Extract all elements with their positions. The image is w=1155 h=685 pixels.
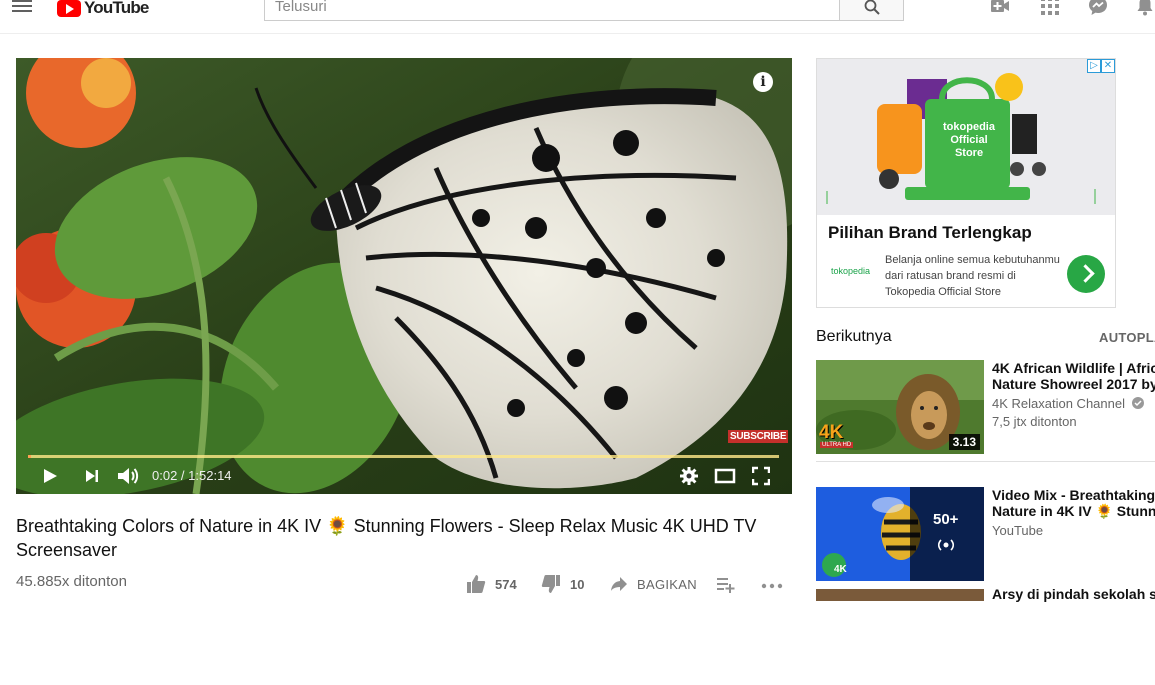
add-to-playlist-icon[interactable] [716, 574, 736, 594]
theater-mode-icon[interactable] [714, 463, 736, 489]
time-current: 0:02 [152, 468, 178, 483]
progress-bar[interactable] [28, 455, 779, 458]
ad-go-arrow-icon[interactable] [1067, 255, 1105, 293]
search-input[interactable] [264, 0, 840, 21]
youtube-play-logo-icon [57, 0, 81, 17]
ultra-hd-badge: ULTRA HD [820, 442, 854, 448]
4k-badge: 4K [819, 422, 844, 443]
progress-buffer [28, 455, 779, 458]
ad-choices[interactable]: ▷ ✕ [1087, 59, 1115, 73]
video-frame-butterfly [16, 58, 792, 494]
upnext-divider [816, 461, 1155, 462]
channel-name-text: 4K Relaxation Channel [992, 396, 1125, 411]
thumbs-down-icon [541, 575, 560, 593]
mix-title-line-2: Nature in 4K IV 🌻 Stunnin [992, 503, 1155, 519]
mix-count: 50+ [933, 511, 959, 528]
ad-banner[interactable]: tokopedia Official Store ▷ ✕ Pilihan Bra… [816, 58, 1116, 308]
upnext-heading: Berikutnya [816, 328, 892, 345]
video-player[interactable]: i SUBSCRIBE 0:02 / 1:52:14 [16, 58, 792, 494]
play-icon[interactable] [42, 463, 58, 489]
logo-text: YouTube [84, 0, 149, 17]
view-count: 7,5 jtx ditonton [992, 414, 1077, 429]
thumbs-up-icon [467, 575, 486, 593]
share-arrow-icon [611, 577, 627, 591]
time-separator: / [177, 468, 189, 483]
subscribe-watermark[interactable]: SUBSCRIBE [728, 430, 789, 443]
search-icon [864, 0, 880, 15]
apps-grid-icon[interactable] [1040, 0, 1060, 16]
video-title-3[interactable]: Arsy di pindah sekolah sat [992, 586, 1155, 602]
channel-name[interactable]: 4K Relaxation Channel [992, 396, 1144, 411]
search-button[interactable] [839, 0, 904, 21]
video-title[interactable]: 4K African Wildlife | African Nature Sho… [992, 360, 1155, 392]
video-info-icon[interactable]: i [753, 72, 773, 92]
autoplay-label: AUTOPLAY [1099, 330, 1155, 345]
youtube-logo[interactable]: YouTube [57, 0, 149, 18]
volume-icon[interactable] [117, 463, 139, 489]
mix-channel-name: YouTube [992, 523, 1044, 538]
like-button[interactable]: 574 [466, 574, 517, 594]
mix-title-line-1: Video Mix - Breathtaking C [992, 487, 1155, 503]
video-title-line-1: 4K African Wildlife | African [992, 360, 1155, 376]
top-bar: YouTube [0, 0, 1155, 34]
dislike-button[interactable]: 10 [541, 574, 584, 594]
video-title: Breathtaking Colors of Nature in 4K IV 🌻… [16, 516, 757, 560]
mix-thumbnail[interactable]: 50+ 4K [816, 487, 984, 581]
video-duration: 3.13 [948, 434, 980, 450]
messages-icon[interactable] [1088, 0, 1108, 16]
time-total: 1:52:14 [188, 468, 232, 483]
video-thumbnail[interactable]: 4K ULTRA HD 3.13 [816, 360, 984, 454]
ad-image: tokopedia Official Store [817, 59, 1115, 215]
video-thumbnail-3[interactable] [816, 589, 984, 601]
ad-brand-logo: tokopedia [831, 266, 871, 276]
next-icon[interactable] [84, 463, 100, 489]
adchoices-icon[interactable]: ▷ [1087, 59, 1101, 73]
more-actions-icon[interactable] [761, 574, 783, 594]
ad-body-text: Belanja online semua kebutuhanmu dari ra… [885, 254, 1060, 298]
recommended-video[interactable]: 4K ULTRA HD 3.13 4K African Wildlife | A… [816, 360, 1155, 456]
verified-check-icon [1131, 397, 1144, 409]
recommended-mix[interactable]: 50+ 4K Video Mix - Breathtaking C Nature… [816, 487, 1155, 583]
view-count: 45.885x ditonton [16, 573, 127, 590]
mix-title[interactable]: Video Mix - Breathtaking C Nature in 4K … [992, 487, 1155, 519]
fullscreen-icon[interactable] [752, 463, 770, 489]
mix-4k-badge: 4K [834, 564, 847, 575]
menu-icon[interactable] [12, 0, 32, 14]
share-button[interactable]: BAGIKAN [610, 574, 697, 594]
settings-gear-icon[interactable] [680, 463, 698, 489]
like-count: 574 [495, 576, 517, 592]
mix-broadcast-icon [937, 539, 955, 551]
ad-close-icon[interactable]: ✕ [1101, 59, 1115, 73]
recommended-video-3[interactable]: Arsy di pindah sekolah sat [816, 586, 1155, 685]
notifications-bell-icon[interactable] [1135, 0, 1155, 16]
create-video-icon[interactable] [990, 0, 1010, 16]
time-display: 0:02 / 1:52:14 [152, 468, 232, 483]
share-label: BAGIKAN [637, 576, 697, 592]
ad-store-label: tokopedia Official Store [943, 121, 995, 159]
video-title-line-2: Nature Showreel 2017 by... [992, 376, 1155, 392]
dislike-count: 10 [570, 576, 585, 592]
ad-headline[interactable]: Pilihan Brand Terlengkap [828, 223, 1032, 243]
